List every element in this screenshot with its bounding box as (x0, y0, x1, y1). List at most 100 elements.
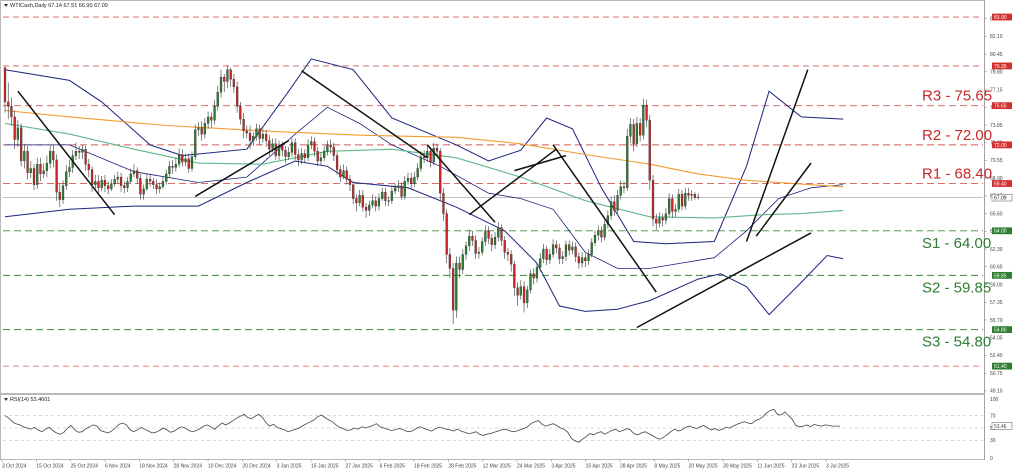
candle-body (564, 244, 568, 257)
price-tick-label: 52.40 (990, 353, 1003, 359)
rsi-tick-label: 70 (990, 413, 996, 419)
candle-body (642, 104, 645, 136)
candle-body (177, 154, 181, 165)
date-tick-label: 30 May 2025 (723, 464, 752, 470)
candle-body (329, 144, 332, 148)
date-tick-label: 23 Jun 2025 (792, 464, 820, 470)
candle-body (555, 244, 558, 249)
candle-body (577, 256, 580, 264)
candle-body (471, 236, 474, 241)
candle-body (49, 151, 52, 164)
candle-body (294, 142, 297, 155)
date-tick-label: 18 Feb 2025 (414, 464, 442, 470)
rsi-tick-label: 100 (990, 397, 999, 403)
price-tag-label: 68.40 (994, 181, 1007, 187)
rsi-value-label: 53.46 (994, 424, 1007, 430)
candle-body (68, 167, 71, 172)
candle-body (152, 181, 155, 185)
date-tick-label: 12 Mar 2025 (483, 464, 511, 470)
candle-body (684, 193, 687, 207)
candle-body (174, 164, 177, 168)
candle-body (497, 227, 500, 238)
candle-body (619, 186, 622, 196)
candle-body (661, 217, 664, 221)
candle-body (435, 147, 439, 152)
price-tag-label: 54.80 (994, 328, 1007, 334)
rsi-tick-label: 30 (990, 438, 996, 444)
candle-body (58, 191, 61, 200)
price-tick-label: 50.75 (990, 371, 1003, 377)
candle-body (81, 149, 84, 153)
candle-body (529, 273, 532, 291)
candle-body (184, 158, 187, 163)
candle-body (448, 254, 452, 269)
candle-body (23, 151, 26, 162)
candle-body (213, 106, 216, 121)
candle-body (139, 178, 142, 195)
candle-body (368, 204, 371, 211)
candle-body (190, 156, 194, 169)
candle-body (290, 142, 294, 153)
price-tag-label: 64.00 (994, 229, 1007, 235)
r1-level-label: R1 - 68.40 (922, 166, 992, 183)
candle-body (484, 230, 487, 242)
candle-body (55, 159, 58, 193)
candle-body (10, 106, 13, 118)
candle-body (590, 242, 593, 255)
candle-body (78, 151, 81, 153)
candle-body (687, 193, 690, 196)
candle-body (313, 141, 316, 152)
candle-body (474, 240, 477, 254)
date-tick-label: 18 Nov 2024 (139, 464, 168, 470)
candle-body (638, 123, 642, 136)
candle-body (171, 166, 174, 168)
candle-body (281, 145, 284, 151)
candle-body (584, 257, 587, 262)
date-tick-label: 10 Dec 2024 (208, 464, 237, 470)
candle-body (413, 176, 416, 184)
candle-body (442, 193, 445, 214)
date-tick-label: 28 Feb 2025 (448, 464, 476, 470)
candle-body (16, 127, 20, 140)
date-tick-label: 3 Oct 2024 (2, 464, 27, 470)
candle-body (61, 185, 65, 200)
candle-body (303, 153, 306, 158)
price-tick-label: 65.60 (990, 211, 1003, 217)
candle-body (84, 149, 87, 165)
date-tick-label: 20 Dec 2024 (242, 464, 271, 470)
rsi-header: RSI(14) 53.4601 (10, 397, 50, 403)
candle-body (242, 118, 245, 132)
candle-body (255, 128, 258, 137)
candle-body (52, 151, 55, 161)
candle-body (326, 144, 329, 152)
date-tick-label: 3 Apr 2025 (551, 464, 575, 470)
price-tick-label: 70.55 (990, 158, 1003, 164)
candle-body (403, 181, 406, 197)
candle-body (113, 179, 116, 184)
candle-body (165, 173, 168, 182)
candle-body (690, 194, 693, 196)
candle-body (439, 151, 442, 194)
price-tag-label: 51.40 (994, 364, 1007, 370)
candle-body (200, 127, 203, 135)
candle-body (319, 157, 323, 162)
candle-body (487, 230, 490, 239)
date-tick-label: 11 Jun 2025 (757, 464, 784, 470)
r2-level-label: R2 - 72.00 (922, 127, 992, 144)
date-tick-label: 6 Nov 2024 (105, 464, 131, 470)
candle-body (210, 116, 213, 121)
candle-body (384, 191, 387, 201)
price-tick-label: 49.10 (990, 389, 1003, 395)
candle-body (39, 164, 42, 175)
price-tag-label: 75.65 (994, 104, 1007, 110)
candle-body (342, 170, 345, 178)
price-tag-label: 59.85 (994, 273, 1007, 279)
candle-body (187, 158, 190, 169)
candle-body (377, 198, 381, 207)
price-tag-label: 83.90 (994, 15, 1007, 21)
candle-body (87, 164, 90, 170)
r3-level-label: R3 - 75.65 (922, 88, 992, 105)
candle-body (355, 198, 358, 204)
candle-body (587, 254, 590, 262)
candle-body (613, 201, 616, 211)
